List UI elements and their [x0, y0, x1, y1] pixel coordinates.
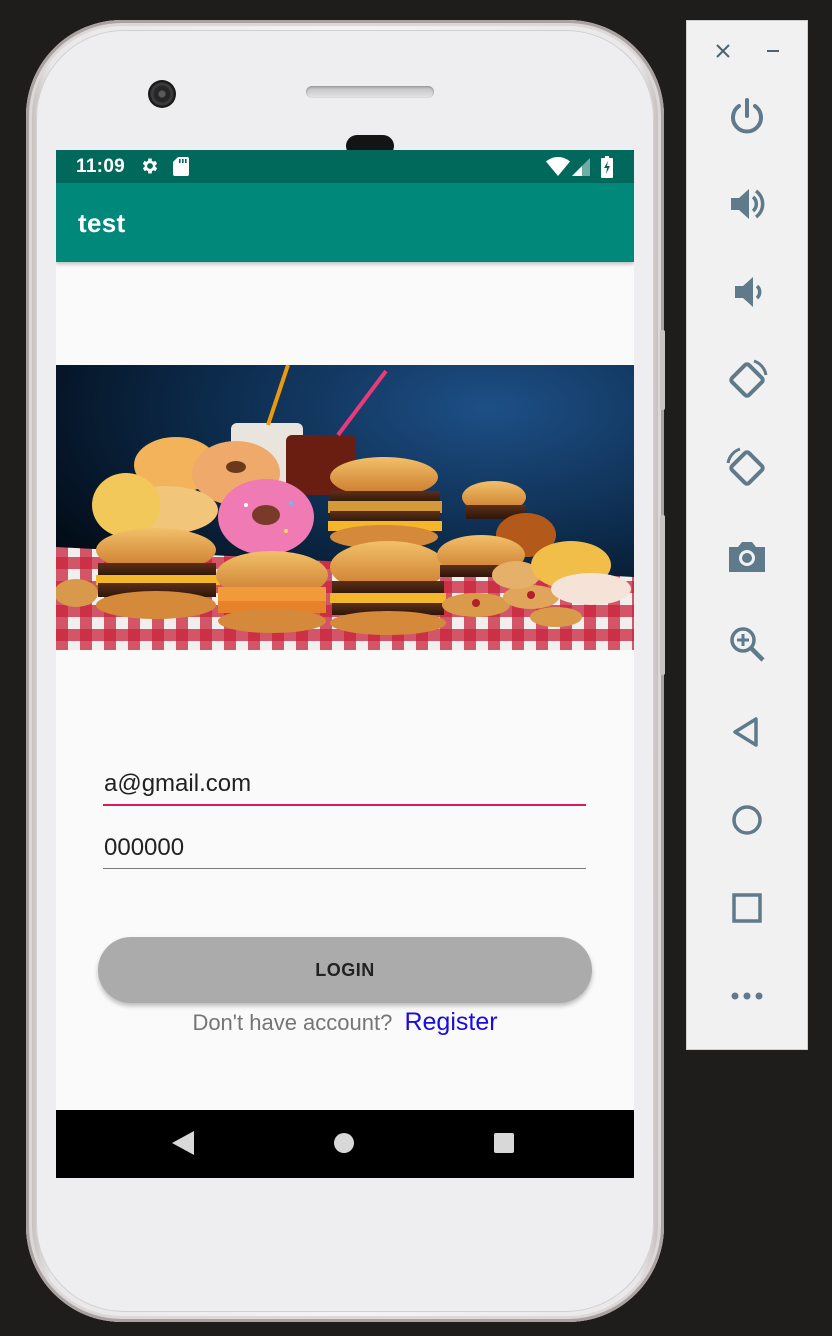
gear-icon — [142, 158, 158, 174]
power-icon[interactable] — [722, 91, 772, 141]
fast-food-image — [56, 365, 634, 650]
back-icon[interactable] — [172, 1131, 194, 1155]
register-prompt: Don't have account? — [192, 1010, 393, 1035]
password-field[interactable] — [103, 834, 586, 869]
recents-icon[interactable] — [494, 1133, 514, 1153]
wifi-icon — [546, 157, 570, 176]
front-camera — [148, 80, 176, 108]
app-toolbar: test — [56, 183, 634, 262]
more-icon[interactable] — [722, 971, 772, 1021]
device-screen: 11:09 test a@gmail.com 000000 LOGIN Don'… — [56, 150, 634, 1178]
app-title: test — [78, 208, 126, 238]
emulator-toolbar — [686, 20, 808, 1050]
email-input[interactable] — [103, 770, 586, 806]
battery-charging-icon — [601, 156, 613, 178]
login-button[interactable]: LOGIN — [98, 937, 592, 1003]
minimize-icon[interactable] — [761, 39, 785, 63]
overview-icon[interactable] — [722, 883, 772, 933]
screenshot-icon[interactable] — [722, 531, 772, 581]
close-icon[interactable] — [711, 39, 735, 63]
phone-volume-key — [660, 515, 665, 675]
register-link[interactable]: Register — [404, 1008, 497, 1036]
zoom-icon[interactable] — [722, 619, 772, 669]
navigation-bar — [56, 1110, 634, 1178]
home-icon[interactable] — [722, 795, 772, 845]
register-row: Don't have account? Register — [56, 1008, 634, 1037]
signal-icon — [572, 158, 590, 176]
home-icon[interactable] — [334, 1133, 354, 1153]
rotate-left-icon[interactable] — [722, 355, 772, 405]
password-input[interactable] — [103, 834, 586, 869]
back-icon[interactable] — [722, 707, 772, 757]
email-field[interactable] — [103, 770, 586, 806]
earpiece-speaker — [306, 86, 434, 98]
sd-card-icon — [173, 157, 189, 176]
status-bar: 11:09 — [56, 150, 634, 183]
volume-up-icon[interactable] — [722, 179, 772, 229]
phone-power-key — [660, 330, 665, 410]
rotate-right-icon[interactable] — [722, 443, 772, 493]
volume-down-icon[interactable] — [722, 267, 772, 317]
status-time: 11:09 — [76, 156, 126, 177]
